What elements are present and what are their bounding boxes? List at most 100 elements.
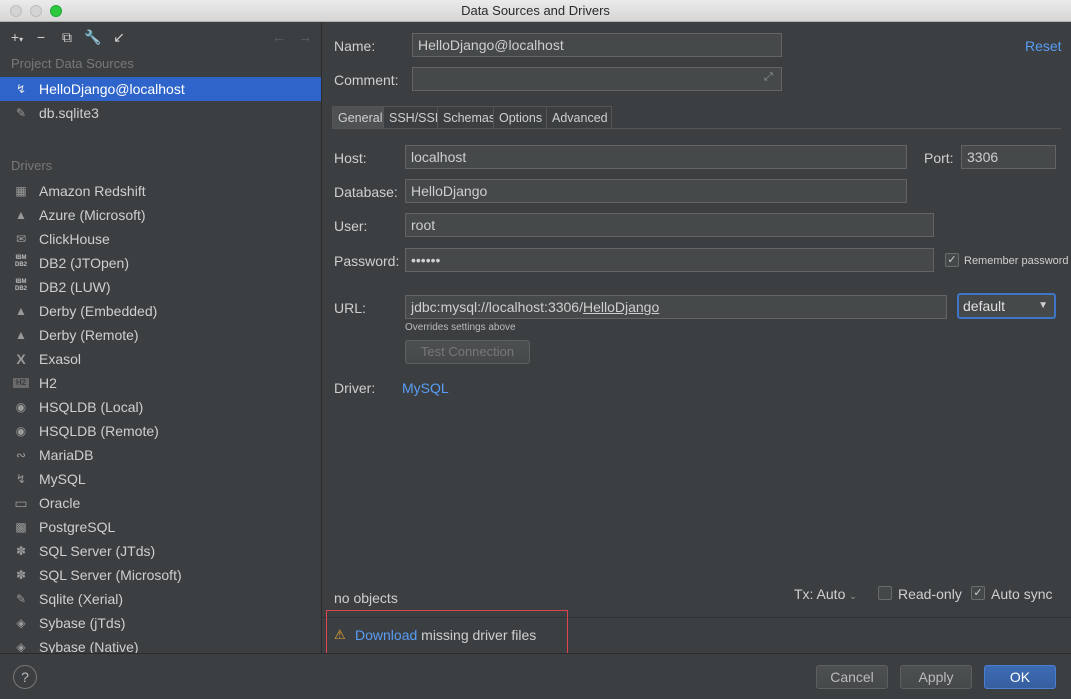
expand-icon[interactable]: ⤢ bbox=[764, 71, 773, 84]
driver-label: Exasol bbox=[39, 351, 82, 367]
user-field[interactable]: root bbox=[405, 213, 934, 237]
tab-ssh-ssl[interactable]: SSH/SSL bbox=[383, 106, 442, 129]
driver-item-derby-embedded[interactable]: ▲ Derby (Embedded) bbox=[0, 299, 321, 323]
clickhouse-icon: ✉ bbox=[15, 232, 27, 246]
driver-label: PostgreSQL bbox=[39, 519, 116, 535]
driver-label: Sqlite (Xerial) bbox=[39, 591, 124, 607]
postgresql-elephant-icon: ▩ bbox=[15, 520, 27, 534]
tab-options[interactable]: Options bbox=[493, 106, 547, 129]
data-source-label: HelloDjango@localhost bbox=[39, 81, 185, 97]
password-field[interactable]: •••••• bbox=[405, 248, 934, 272]
help-button[interactable]: ? bbox=[13, 665, 37, 689]
driver-item-h2[interactable]: H2 H2 bbox=[0, 371, 321, 395]
window-title-bar: Data Sources and Drivers bbox=[0, 0, 1071, 22]
download-link[interactable]: Download bbox=[355, 627, 417, 643]
host-field[interactable]: localhost bbox=[405, 145, 907, 169]
data-source-item-hellodjango[interactable]: ↯ HelloDjango@localhost bbox=[0, 77, 321, 101]
remove-icon[interactable]: − bbox=[32, 28, 50, 46]
auto-sync-checkbox[interactable]: ✓ bbox=[971, 586, 985, 600]
driver-item-clickhouse[interactable]: ✉ ClickHouse bbox=[0, 227, 321, 251]
forward-arrow-icon[interactable]: → bbox=[296, 28, 314, 46]
database-field[interactable]: HelloDjango bbox=[405, 179, 907, 203]
driver-link[interactable]: MySQL bbox=[402, 380, 449, 396]
driver-label: Sybase (Native) bbox=[39, 639, 139, 653]
driver-item-hsqldb-local[interactable]: ◉ HSQLDB (Local) bbox=[0, 395, 321, 419]
database-label: Database: bbox=[334, 184, 398, 200]
cancel-button[interactable]: Cancel bbox=[816, 665, 888, 689]
warning-icon: ⚠ bbox=[334, 627, 346, 642]
oracle-icon: ▭ bbox=[14, 495, 28, 511]
driver-item-oracle[interactable]: ▭ Oracle bbox=[0, 491, 321, 515]
url-mode-select[interactable]: default ▼ bbox=[957, 293, 1056, 319]
driver-item-db2-luw[interactable]: IBM DB2 DB2 (LUW) bbox=[0, 275, 321, 299]
driver-item-derby-remote[interactable]: ▲ Derby (Remote) bbox=[0, 323, 321, 347]
wrench-icon[interactable]: 🔧 bbox=[84, 28, 102, 46]
minimize-window-button[interactable] bbox=[30, 5, 42, 17]
driver-item-postgresql[interactable]: ▩ PostgreSQL bbox=[0, 515, 321, 539]
reset-link[interactable]: Reset bbox=[1025, 38, 1062, 54]
chevron-down-icon: ⌄ bbox=[849, 591, 857, 601]
driver-item-mariadb[interactable]: ∾ MariaDB bbox=[0, 443, 321, 467]
port-label: Port: bbox=[924, 150, 954, 166]
mysql-dolphin-icon: ↯ bbox=[15, 82, 27, 96]
zoom-window-button[interactable] bbox=[50, 5, 62, 17]
driver-item-azure[interactable]: ▲ Azure (Microsoft) bbox=[0, 203, 321, 227]
tab-schemas[interactable]: Schemas bbox=[437, 106, 495, 129]
ok-button[interactable]: OK bbox=[984, 665, 1056, 689]
tab-general[interactable]: General bbox=[332, 106, 383, 129]
apply-button[interactable]: Apply bbox=[900, 665, 972, 689]
comment-label: Comment: bbox=[334, 72, 399, 88]
hsqldb-icon: ◉ bbox=[15, 400, 27, 414]
left-toolbar: +▾ − ⧉ 🔧 ↙ ← → bbox=[0, 22, 322, 52]
remember-password-checkbox[interactable]: ✓ bbox=[945, 253, 959, 267]
driver-label: Amazon Redshift bbox=[39, 183, 146, 199]
driver-item-exasol[interactable]: X Exasol bbox=[0, 347, 321, 371]
user-label: User: bbox=[334, 218, 368, 234]
driver-item-mysql[interactable]: ↯ MySQL bbox=[0, 467, 321, 491]
port-field[interactable]: 3306 bbox=[961, 145, 1056, 169]
mariadb-seal-icon: ∾ bbox=[15, 448, 27, 462]
tab-advanced[interactable]: Advanced bbox=[546, 106, 612, 129]
driver-label: Oracle bbox=[39, 495, 81, 511]
warning-message: Download missing driver files bbox=[355, 627, 536, 643]
driver-label: DB2 (LUW) bbox=[39, 279, 111, 295]
driver-label: HSQLDB (Local) bbox=[39, 399, 144, 415]
sybase-icon: ◈ bbox=[16, 616, 26, 630]
driver-item-sybase-native[interactable]: ◈ Sybase (Native) bbox=[0, 635, 321, 653]
driver-label: ClickHouse bbox=[39, 231, 110, 247]
comment-field[interactable] bbox=[412, 67, 782, 91]
remember-password-label: Remember password bbox=[964, 255, 1069, 267]
driver-item-sqlite-xerial[interactable]: ✎ Sqlite (Xerial) bbox=[0, 587, 321, 611]
driver-item-sybase-jtds[interactable]: ◈ Sybase (jTds) bbox=[0, 611, 321, 635]
duplicate-icon[interactable]: ⧉ bbox=[58, 28, 76, 46]
read-only-checkbox[interactable] bbox=[878, 586, 892, 600]
driver-label: Sybase (jTds) bbox=[39, 615, 126, 631]
driver-item-hsqldb-remote[interactable]: ◉ HSQLDB (Remote) bbox=[0, 419, 321, 443]
exasol-x-icon: X bbox=[16, 351, 26, 367]
back-arrow-icon[interactable]: ← bbox=[270, 28, 288, 46]
close-window-button[interactable] bbox=[10, 5, 22, 17]
chevron-down-icon: ▼ bbox=[1038, 300, 1048, 311]
url-mode-value: default bbox=[963, 298, 1006, 314]
tx-mode-dropdown[interactable]: Tx: Auto ⌄ bbox=[794, 586, 857, 602]
data-source-item-db-sqlite3[interactable]: ✎ db.sqlite3 bbox=[0, 101, 321, 125]
url-label: URL: bbox=[334, 300, 366, 316]
add-icon[interactable]: +▾ bbox=[8, 28, 26, 46]
sqlite-feather-icon: ✎ bbox=[15, 592, 27, 606]
drivers-header: Drivers bbox=[11, 158, 53, 173]
project-data-sources-header: Project Data Sources bbox=[11, 56, 134, 71]
driver-item-sqlserver-microsoft[interactable]: ✽ SQL Server (Microsoft) bbox=[0, 563, 321, 587]
data-source-label: db.sqlite3 bbox=[39, 105, 99, 121]
name-field[interactable]: HelloDjango@localhost bbox=[412, 33, 782, 57]
url-field[interactable]: jdbc:mysql://localhost:3306/HelloDjango bbox=[405, 295, 947, 319]
driver-item-sqlserver-jtds[interactable]: ✽ SQL Server (JTds) bbox=[0, 539, 321, 563]
db2-icon: IBM DB2 bbox=[14, 279, 27, 292]
warning-text: missing driver files bbox=[417, 627, 537, 643]
driver-item-amazon-redshift[interactable]: ▦ Amazon Redshift bbox=[0, 179, 321, 203]
driver-label: Driver: bbox=[334, 380, 376, 396]
make-global-icon[interactable]: ↙ bbox=[110, 28, 128, 46]
driver-item-db2-jtopen[interactable]: IBM DB2 DB2 (JTOpen) bbox=[0, 251, 321, 275]
derby-hat-icon: ▲ bbox=[15, 304, 27, 318]
objects-status: no objects bbox=[334, 590, 398, 606]
test-connection-button[interactable]: Test Connection bbox=[405, 340, 530, 364]
